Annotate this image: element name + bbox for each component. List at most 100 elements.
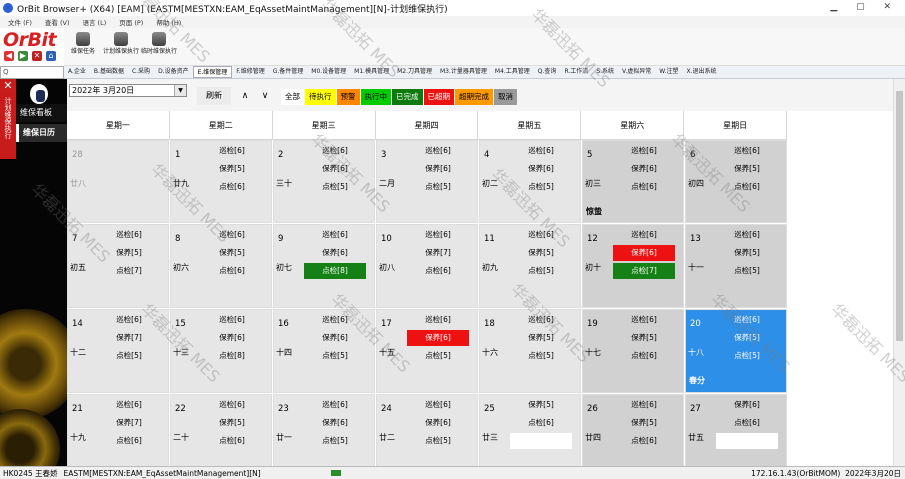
maint-task-entry[interactable]: 保养[5] (716, 245, 778, 261)
maint-task-entry[interactable]: 巡检[6] (407, 143, 469, 159)
legend-filter-button[interactable]: 已完成 (392, 89, 423, 105)
maint-task-entry[interactable]: 保养[6] (407, 161, 469, 177)
nav-tab[interactable]: M1.模具管理 (350, 66, 393, 78)
nav-tab[interactable]: B.基础数据 (90, 66, 128, 78)
calendar-day-cell[interactable]: 24 廿二 巡检[6] 保养[6] 点检[5] (376, 394, 478, 469)
maint-task-entry[interactable]: 巡检[6] (304, 143, 366, 159)
nav-tab[interactable]: M0.设备管理 (307, 66, 350, 78)
scrollbar-thumb[interactable] (896, 91, 903, 341)
calendar-day-cell[interactable]: 16 十四 巡检[6] 保养[6] 点检[5] (273, 309, 375, 393)
menu-item[interactable]: 文件 (F) (8, 17, 32, 27)
maint-task-entry[interactable]: 巡检[6] (98, 397, 160, 413)
maint-task-entry[interactable]: 巡检[6] (407, 312, 469, 328)
maint-task-entry[interactable]: 巡检[6] (613, 397, 675, 413)
calendar-day-cell[interactable]: 8 初六 巡检[6] 保养[5] 点检[6] (170, 224, 272, 308)
maint-task-entry[interactable]: 保养[5] (613, 330, 675, 346)
maint-task-entry[interactable]: 点检[6] (201, 179, 263, 195)
maint-task-entry[interactable]: 点检[6] (201, 433, 263, 449)
sidebar-item-maint-board[interactable]: 维保看板 (16, 104, 67, 122)
maint-task-entry[interactable]: 点检[5] (716, 348, 778, 364)
calendar-day-cell[interactable]: 2 三十 巡检[6] 保养[6] 点检[5] (273, 140, 375, 223)
vertical-scrollbar[interactable] (893, 79, 905, 466)
maint-task-entry[interactable]: 巡检[6] (201, 312, 263, 328)
calendar-day-cell[interactable]: 14 十二 巡检[6] 保养[7] 点检[5] (67, 309, 169, 393)
calendar-day-cell[interactable]: 3 二月 巡检[6] 保养[6] 点检[5] (376, 140, 478, 223)
maint-task-entry[interactable]: 巡检[6] (98, 227, 160, 243)
window-controls[interactable]: ▁ ▢ ✕ (830, 2, 899, 12)
stop-icon[interactable]: ✕ (32, 51, 42, 61)
maint-task-entry[interactable]: 点检[5] (510, 179, 572, 195)
maint-task-entry[interactable]: 点检[8] (201, 348, 263, 364)
maint-task-entry[interactable]: 点检[6] (716, 415, 778, 431)
maint-task-entry[interactable]: 保养[5] (201, 415, 263, 431)
nav-tab[interactable]: E.维保管理 (192, 66, 233, 78)
nav-tab[interactable]: M3.计量器具管理 (436, 66, 491, 78)
nav-tab[interactable]: V.虚拟异常 (618, 66, 655, 78)
next-month-button[interactable]: ∨ (257, 87, 273, 105)
maint-task-entry[interactable]: 保养[5] (613, 415, 675, 431)
nav-tab[interactable]: C.采购 (128, 66, 154, 78)
maint-task-entry[interactable]: 点检[6] (510, 415, 572, 431)
maint-task-entry[interactable]: 点检[5] (407, 433, 469, 449)
maint-task-entry[interactable]: 保养[5] (716, 330, 778, 346)
menu-item[interactable]: 查看 (V) (45, 17, 70, 27)
calendar-day-cell[interactable]: 21 十九 巡检[6] 保养[7] 点检[6] (67, 394, 169, 469)
maint-task-entry[interactable]: 巡检[6] (304, 397, 366, 413)
nav-tab[interactable]: S.系统 (592, 66, 618, 78)
maint-task-entry[interactable]: 点检[5] (716, 263, 778, 279)
maint-task-entry[interactable]: 巡检[6] (510, 143, 572, 159)
maint-task-entry[interactable]: 巡检[6] (201, 143, 263, 159)
maint-task-entry[interactable]: 点检[5] (98, 348, 160, 364)
maint-task-entry[interactable]: 巡检[6] (613, 143, 675, 159)
calendar-day-cell[interactable]: 13 十一 巡检[6] 保养[5] 点检[5] (685, 224, 787, 308)
menu-item[interactable]: 页面 (P) (119, 17, 143, 27)
maint-task-entry[interactable]: 巡检[6] (613, 227, 675, 243)
nav-tab[interactable]: M4.工具管理 (491, 66, 534, 78)
maint-task-entry[interactable]: 点检[6] (613, 179, 675, 195)
maint-task-entry[interactable]: 点检[6] (201, 263, 263, 279)
maint-task-entry[interactable]: 点检[6] (98, 433, 160, 449)
chevron-down-icon[interactable]: ▼ (174, 85, 186, 96)
maint-task-entry[interactable]: 保养[7] (98, 415, 160, 431)
nav-tab[interactable]: G.备件管理 (269, 66, 308, 78)
maint-task-entry[interactable]: 巡检[6] (407, 227, 469, 243)
calendar-day-cell[interactable]: 20 十八 春分 巡检[6] 保养[5] 点检[5] (685, 309, 787, 393)
calendar-day-cell[interactable]: 22 二十 巡检[6] 保养[5] 点检[6] (170, 394, 272, 469)
maint-task-button[interactable]: 维保任务 (64, 28, 102, 66)
maint-task-entry[interactable]: 点检[6] (613, 433, 675, 449)
maint-task-entry[interactable]: 保养[7] (98, 330, 160, 346)
maint-task-entry[interactable]: 点检[5] (304, 348, 366, 364)
maint-task-entry[interactable]: 巡检[6] (510, 227, 572, 243)
legend-filter-button[interactable]: 已超期 (423, 89, 454, 105)
maint-task-entry[interactable]: 保养[5] (201, 161, 263, 177)
maint-task-entry[interactable]: 巡检[6] (201, 397, 263, 413)
calendar-day-cell[interactable]: 18 十六 巡检[6] 保养[5] 点检[5] (479, 309, 581, 393)
legend-filter-button[interactable]: 执行中 (360, 89, 391, 105)
maint-task-entry[interactable]: 点检[8] (304, 263, 366, 279)
maint-task-entry[interactable]: 巡检[6] (716, 143, 778, 159)
maint-task-entry[interactable]: 保养[5] (510, 330, 572, 346)
nav-tab[interactable]: X.退出系统 (682, 66, 720, 78)
legend-filter-button[interactable]: 全部 (281, 89, 304, 105)
calendar-day-cell[interactable]: 12 初十 巡检[6] 保养[6] 点检[7] (582, 224, 684, 308)
nav-tab[interactable]: Q.查询 (534, 66, 561, 78)
maint-task-entry[interactable]: 保养[5] (510, 245, 572, 261)
calendar-day-cell[interactable]: 10 初八 巡检[6] 保养[7] 点检[6] (376, 224, 478, 308)
maint-task-entry[interactable] (716, 433, 778, 449)
maint-task-entry[interactable]: 点检[7] (98, 263, 160, 279)
back-icon[interactable]: ◀ (4, 51, 14, 61)
refresh-button[interactable]: 刷新 (197, 87, 231, 105)
sidebar-item-maint-calendar[interactable]: 维保日历 (16, 124, 67, 142)
maint-task-entry[interactable]: 保养[6] (613, 245, 675, 261)
calendar-day-cell[interactable]: 11 初九 巡检[6] 保养[5] 点检[5] (479, 224, 581, 308)
calendar-day-cell[interactable]: 9 初七 巡检[6] 保养[6] 点检[8] (273, 224, 375, 308)
maint-task-entry[interactable]: 点检[6] (407, 263, 469, 279)
calendar-day-cell[interactable]: 28 廿八 (67, 140, 169, 223)
maint-task-entry[interactable]: 巡检[6] (304, 312, 366, 328)
menu-item[interactable]: 帮助 (H) (156, 17, 181, 27)
maint-task-entry[interactable]: 巡检[6] (716, 312, 778, 328)
maint-task-entry[interactable]: 点检[6] (716, 179, 778, 195)
maint-task-entry[interactable]: 保养[5] (98, 245, 160, 261)
maint-task-entry[interactable]: 巡检[6] (304, 227, 366, 243)
maint-task-entry[interactable]: 巡检[6] (407, 397, 469, 413)
